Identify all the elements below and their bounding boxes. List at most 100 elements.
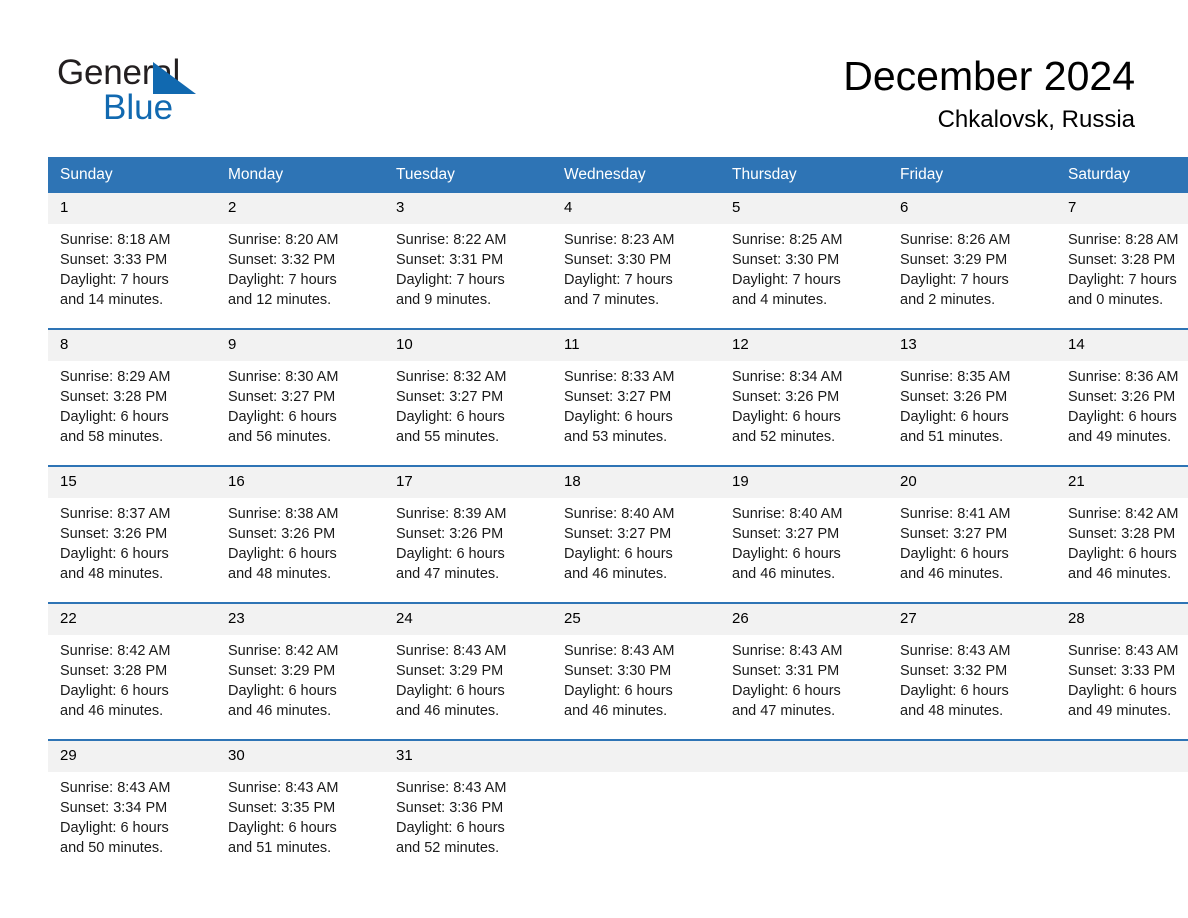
day-number: 29 — [48, 741, 216, 772]
calendar-day-cell[interactable]: 2 Sunrise: 8:20 AM Sunset: 3:32 PM Daylight… — [216, 193, 384, 329]
day-info: Sunrise: 8:42 AM Sunset: 3:28 PM Daylight:… — [48, 635, 216, 721]
daylight-text-line2: and 46 minutes. — [60, 703, 164, 719]
day-info: Sunrise: 8:22 AM Sunset: 3:31 PM Daylight:… — [384, 224, 552, 310]
day-info: Sunrise: 8:23 AM Sunset: 3:30 PM Daylight:… — [552, 224, 720, 310]
daylight-text-line2: and 46 minutes. — [564, 566, 668, 582]
day-info: Sunrise: 8:43 AM Sunset: 3:33 PM Daylight:… — [1056, 635, 1188, 721]
sunset-text: Sunset: 3:28 PM — [1068, 252, 1176, 268]
calendar-day-cell[interactable]: 1 Sunrise: 8:18 AM Sunset: 3:33 PM Daylight… — [48, 193, 216, 329]
calendar-day-cell[interactable]: 29 Sunrise: 8:43 AM Sunset: 3:34 PM Dayligh… — [48, 739, 216, 876]
sunset-text: Sunset: 3:26 PM — [1068, 389, 1176, 405]
calendar-day-cell[interactable]: 25 Sunrise: 8:43 AM Sunset: 3:30 PM Dayligh… — [552, 602, 720, 740]
calendar-day-cell[interactable]: 5 Sunrise: 8:25 AM Sunset: 3:30 PM Daylight… — [720, 193, 888, 329]
sunrise-text: Sunrise: 8:42 AM — [60, 643, 171, 659]
sunrise-text: Sunrise: 8:20 AM — [228, 232, 339, 248]
calendar-day-cell[interactable]: 10 Sunrise: 8:32 AM Sunset: 3:27 PM Dayligh… — [384, 328, 552, 466]
day-number: 8 — [48, 330, 216, 361]
calendar-day-cell[interactable]: 8 Sunrise: 8:29 AM Sunset: 3:28 PM Daylight… — [48, 328, 216, 466]
daylight-text-line1: Daylight: 6 hours — [1068, 546, 1177, 562]
page-title: December 2024 — [843, 53, 1135, 99]
daylight-text-line2: and 51 minutes. — [228, 840, 332, 856]
sunrise-text: Sunrise: 8:43 AM — [1068, 643, 1179, 659]
day-number: 31 — [384, 741, 552, 772]
daylight-text-line2: and 12 minutes. — [228, 292, 332, 308]
daylight-text-line2: and 14 minutes. — [60, 292, 164, 308]
day-number: 22 — [48, 604, 216, 635]
calendar-day-cell[interactable]: 12 Sunrise: 8:34 AM Sunset: 3:26 PM Dayligh… — [720, 328, 888, 466]
sunset-text: Sunset: 3:32 PM — [900, 663, 1008, 679]
day-number: 24 — [384, 604, 552, 635]
day-number: 3 — [384, 193, 552, 224]
daylight-text-line2: and 47 minutes. — [396, 566, 500, 582]
calendar-day-cell[interactable]: 19 Sunrise: 8:40 AM Sunset: 3:27 PM Dayligh… — [720, 465, 888, 603]
calendar-day-cell[interactable]: 26 Sunrise: 8:43 AM Sunset: 3:31 PM Dayligh… — [720, 602, 888, 740]
calendar-day-cell[interactable]: 9 Sunrise: 8:30 AM Sunset: 3:27 PM Daylight… — [216, 328, 384, 466]
calendar-grid: Sunday Monday Tuesday Wednesday Thursday… — [48, 157, 1188, 876]
calendar-day-cell[interactable]: 30 Sunrise: 8:43 AM Sunset: 3:35 PM Dayligh… — [216, 739, 384, 876]
sunrise-text: Sunrise: 8:41 AM — [900, 506, 1011, 522]
calendar-day-cell[interactable]: 27 Sunrise: 8:43 AM Sunset: 3:32 PM Dayligh… — [888, 602, 1056, 740]
day-number: 4 — [552, 193, 720, 224]
calendar-day-cell[interactable]: 15 Sunrise: 8:37 AM Sunset: 3:26 PM Dayligh… — [48, 465, 216, 603]
daylight-text-line1: Daylight: 7 hours — [396, 272, 505, 288]
calendar-day-cell[interactable]: 28 Sunrise: 8:43 AM Sunset: 3:33 PM Dayligh… — [1056, 602, 1188, 740]
daylight-text-line2: and 53 minutes. — [564, 429, 668, 445]
day-number: 25 — [552, 604, 720, 635]
day-info: Sunrise: 8:35 AM Sunset: 3:26 PM Daylight:… — [888, 361, 1056, 447]
daylight-text-line1: Daylight: 6 hours — [900, 546, 1009, 562]
daylight-text-line1: Daylight: 6 hours — [900, 683, 1009, 699]
daylight-text-line1: Daylight: 7 hours — [1068, 272, 1177, 288]
daylight-text-line1: Daylight: 7 hours — [900, 272, 1009, 288]
sunset-text: Sunset: 3:26 PM — [60, 526, 168, 542]
day-number: 11 — [552, 330, 720, 361]
calendar-day-cell[interactable]: 20 Sunrise: 8:41 AM Sunset: 3:27 PM Dayligh… — [888, 465, 1056, 603]
day-info: Sunrise: 8:36 AM Sunset: 3:26 PM Daylight:… — [1056, 361, 1188, 447]
calendar-day-cell[interactable]: 14 Sunrise: 8:36 AM Sunset: 3:26 PM Dayligh… — [1056, 328, 1188, 466]
sunset-text: Sunset: 3:26 PM — [228, 526, 336, 542]
calendar-day-cell[interactable]: 31 Sunrise: 8:43 AM Sunset: 3:36 PM Dayligh… — [384, 739, 552, 876]
calendar-week-row: 22 Sunrise: 8:42 AM Sunset: 3:28 PM Dayligh… — [48, 602, 1188, 740]
daylight-text-line1: Daylight: 6 hours — [396, 546, 505, 562]
daylight-text-line2: and 49 minutes. — [1068, 429, 1172, 445]
day-info: Sunrise: 8:25 AM Sunset: 3:30 PM Daylight:… — [720, 224, 888, 310]
calendar-day-cell[interactable]: 21 Sunrise: 8:42 AM Sunset: 3:28 PM Dayligh… — [1056, 465, 1188, 603]
calendar-day-cell[interactable]: 11 Sunrise: 8:33 AM Sunset: 3:27 PM Dayligh… — [552, 328, 720, 466]
calendar-day-cell[interactable]: 13 Sunrise: 8:35 AM Sunset: 3:26 PM Dayligh… — [888, 328, 1056, 466]
calendar-day-cell[interactable]: 18 Sunrise: 8:40 AM Sunset: 3:27 PM Dayligh… — [552, 465, 720, 603]
daylight-text-line1: Daylight: 7 hours — [732, 272, 841, 288]
daylight-text-line2: and 58 minutes. — [60, 429, 164, 445]
daylight-text-line2: and 0 minutes. — [1068, 292, 1164, 308]
sunrise-text: Sunrise: 8:43 AM — [60, 780, 171, 796]
calendar-day-cell[interactable]: 3 Sunrise: 8:22 AM Sunset: 3:31 PM Daylight… — [384, 193, 552, 329]
day-info: Sunrise: 8:43 AM Sunset: 3:35 PM Daylight:… — [216, 772, 384, 858]
calendar-body: 1 Sunrise: 8:18 AM Sunset: 3:33 PM Daylight… — [48, 193, 1188, 876]
calendar-day-cell[interactable]: 22 Sunrise: 8:42 AM Sunset: 3:28 PM Dayligh… — [48, 602, 216, 740]
calendar-day-cell[interactable]: 16 Sunrise: 8:38 AM Sunset: 3:26 PM Dayligh… — [216, 465, 384, 603]
calendar-day-cell[interactable]: 6 Sunrise: 8:26 AM Sunset: 3:29 PM Daylight… — [888, 193, 1056, 329]
calendar-table: Sunday Monday Tuesday Wednesday Thursday… — [48, 157, 1188, 876]
daylight-text-line2: and 52 minutes. — [396, 840, 500, 856]
weekday-header-saturday: Saturday — [1056, 157, 1188, 193]
daylight-text-line1: Daylight: 6 hours — [228, 820, 337, 836]
day-info: Sunrise: 8:26 AM Sunset: 3:29 PM Daylight:… — [888, 224, 1056, 310]
sunset-text: Sunset: 3:27 PM — [564, 526, 672, 542]
calendar-day-cell[interactable]: 17 Sunrise: 8:39 AM Sunset: 3:26 PM Dayligh… — [384, 465, 552, 603]
calendar-day-cell[interactable]: 23 Sunrise: 8:42 AM Sunset: 3:29 PM Dayligh… — [216, 602, 384, 740]
daylight-text-line1: Daylight: 6 hours — [732, 683, 841, 699]
daylight-text-line2: and 48 minutes. — [60, 566, 164, 582]
sunrise-text: Sunrise: 8:37 AM — [60, 506, 171, 522]
sunset-text: Sunset: 3:32 PM — [228, 252, 336, 268]
calendar-day-cell[interactable]: 7 Sunrise: 8:28 AM Sunset: 3:28 PM Daylight… — [1056, 193, 1188, 329]
daylight-text-line2: and 49 minutes. — [1068, 703, 1172, 719]
daylight-text-line1: Daylight: 6 hours — [732, 546, 841, 562]
sunrise-text: Sunrise: 8:32 AM — [396, 369, 507, 385]
daylight-text-line1: Daylight: 6 hours — [396, 409, 505, 425]
day-number: 10 — [384, 330, 552, 361]
calendar-day-cell[interactable]: 24 Sunrise: 8:43 AM Sunset: 3:29 PM Dayligh… — [384, 602, 552, 740]
sunset-text: Sunset: 3:33 PM — [60, 252, 168, 268]
daylight-text-line2: and 9 minutes. — [396, 292, 492, 308]
daylight-text-line2: and 4 minutes. — [732, 292, 828, 308]
calendar-day-cell[interactable]: 4 Sunrise: 8:23 AM Sunset: 3:30 PM Daylight… — [552, 193, 720, 329]
calendar-page: General Blue December 2024 Chkalovsk, Ru… — [0, 0, 1188, 918]
sunset-text: Sunset: 3:28 PM — [60, 663, 168, 679]
